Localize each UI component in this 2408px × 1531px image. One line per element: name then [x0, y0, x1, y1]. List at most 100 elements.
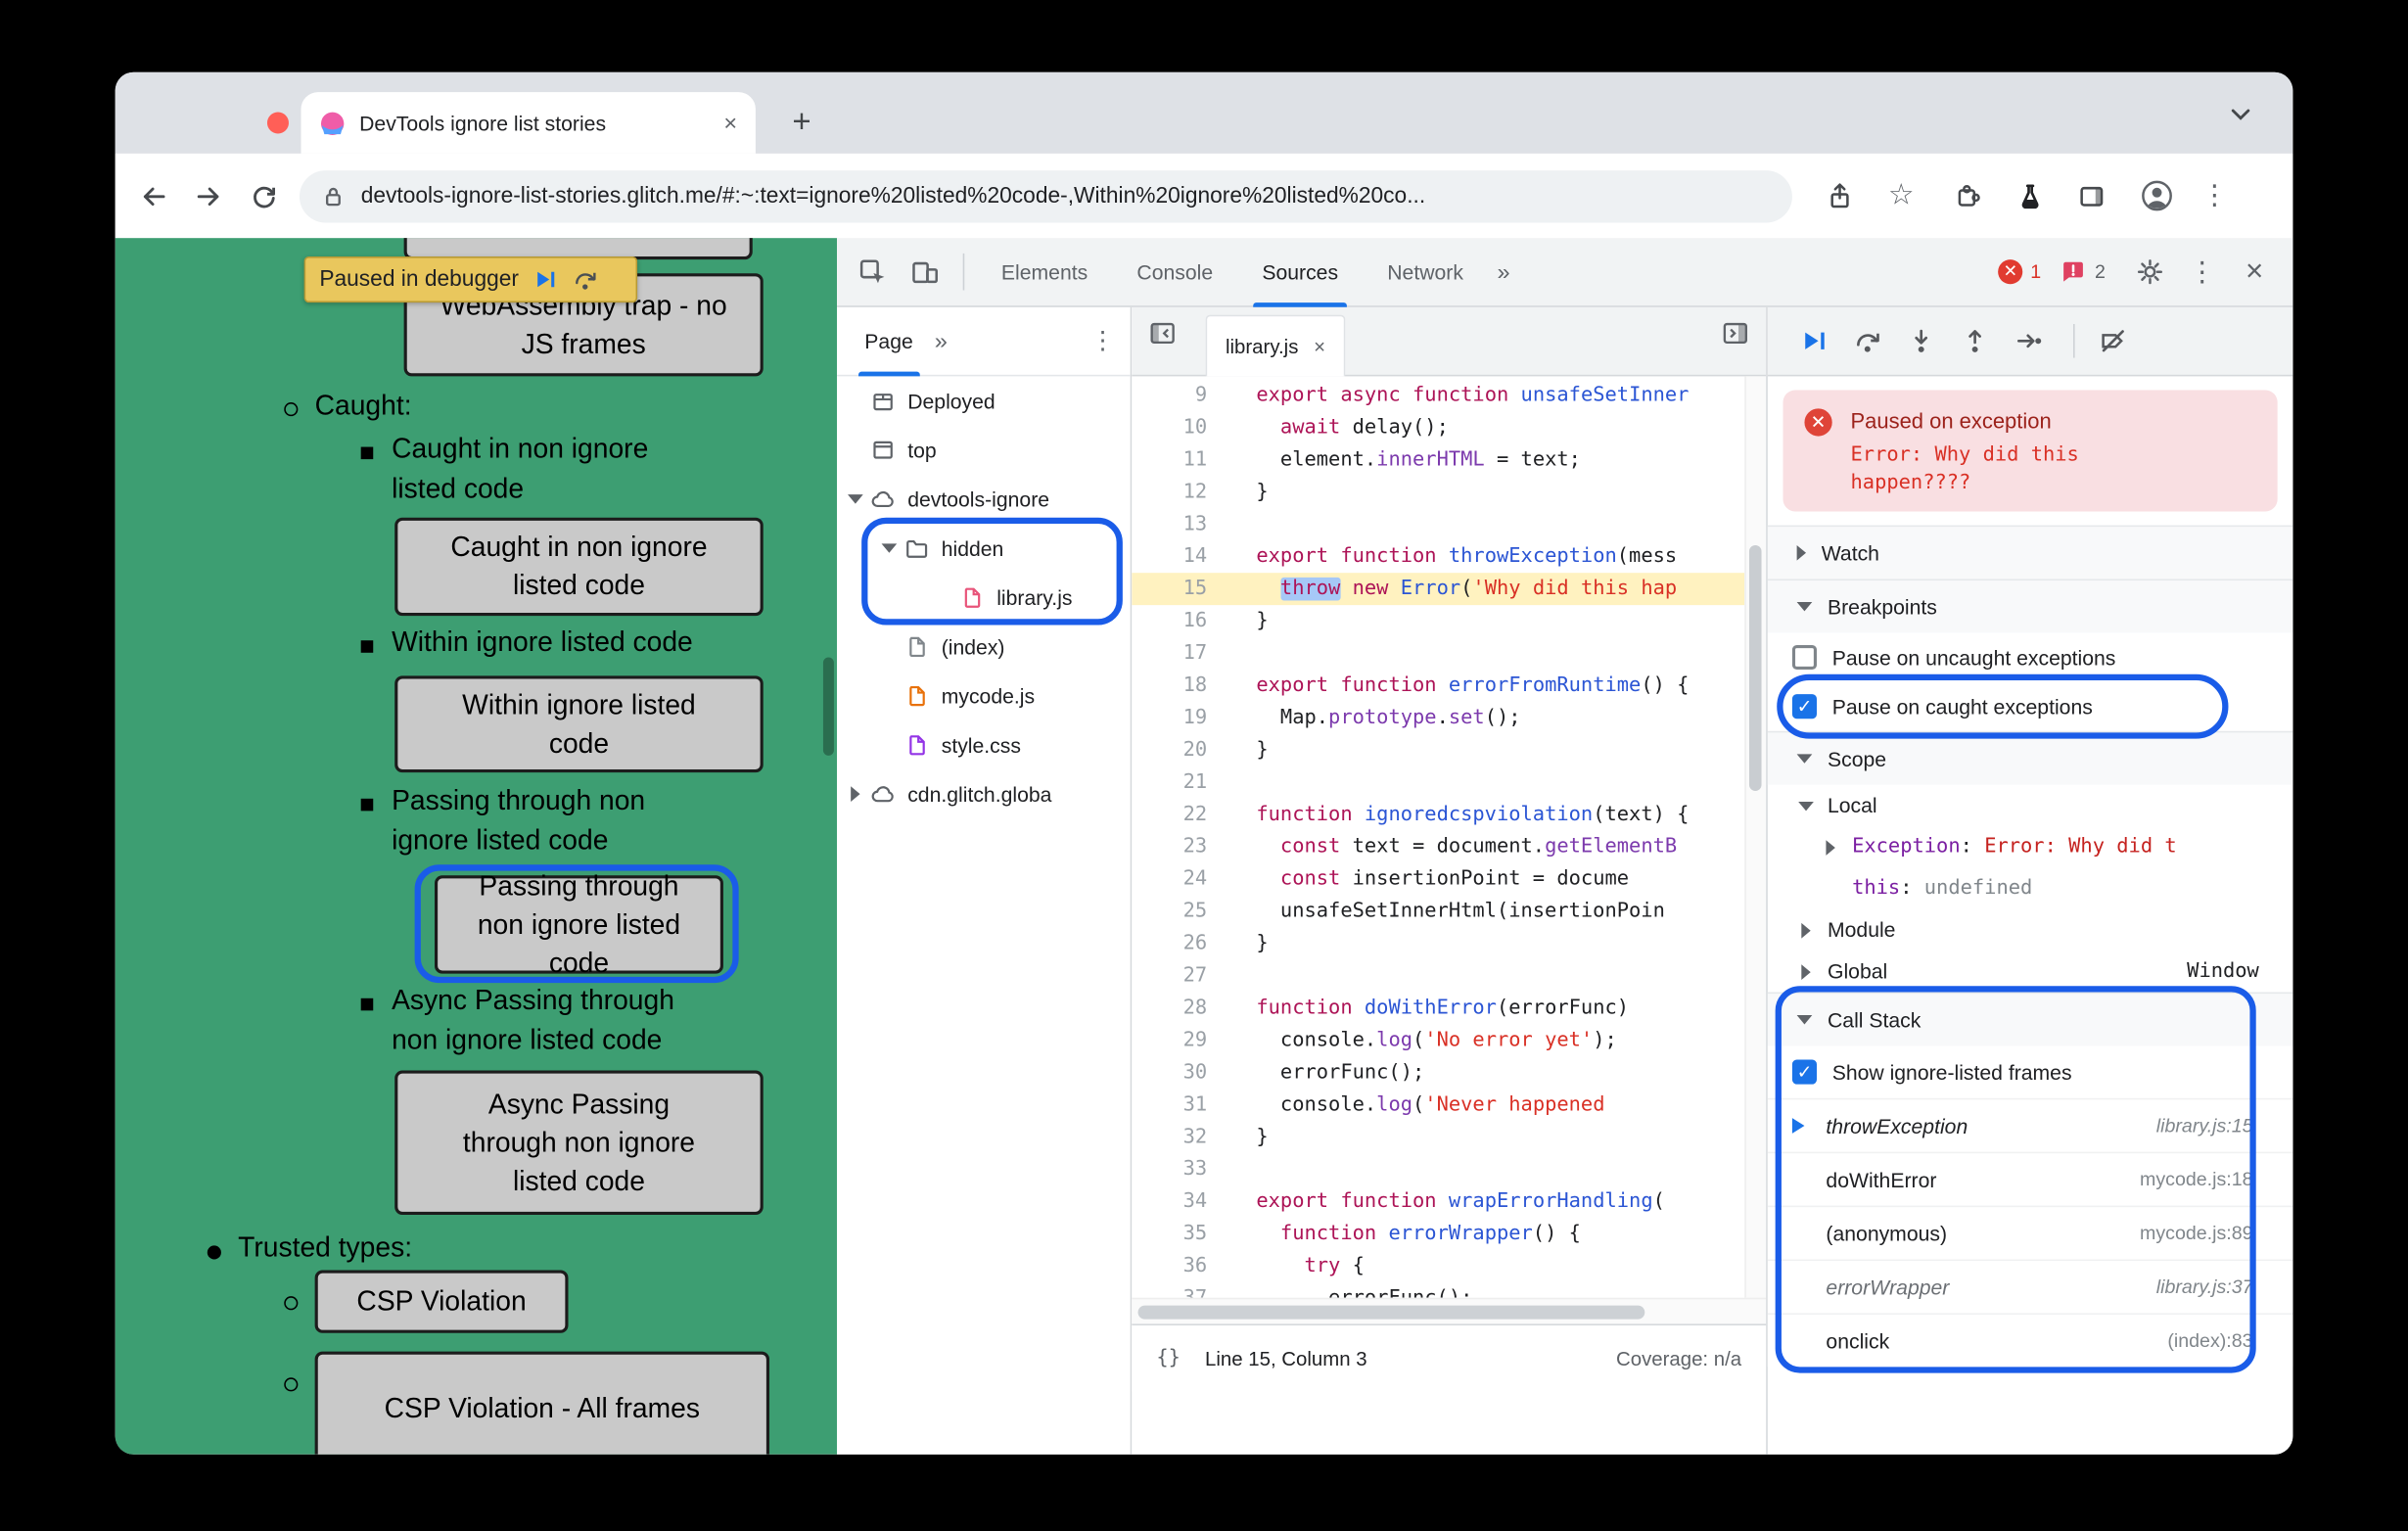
callstack-frame-errorwrapper[interactable]: errorWrapper library.js:37 — [1767, 1259, 2293, 1314]
line-number[interactable]: 9 — [1132, 380, 1226, 412]
collapse-navigator-icon[interactable] — [1147, 318, 1178, 348]
code-line-9[interactable]: 9 export async function unsafeSetInner — [1132, 380, 1744, 412]
line-number[interactable]: 21 — [1132, 766, 1226, 799]
line-number[interactable]: 15 — [1132, 573, 1226, 605]
code-line-10[interactable]: 10 await delay(); — [1132, 411, 1744, 443]
profile-avatar[interactable] — [2133, 173, 2179, 219]
line-number[interactable]: 33 — [1132, 1153, 1226, 1185]
show-ignore-listed-row[interactable]: ✓ Show ignore-listed frames — [1767, 1045, 2293, 1098]
code-line-24[interactable]: 24 const insertionPoint = docume — [1132, 863, 1744, 896]
toggle-right-sidebar-icon[interactable] — [1720, 318, 1750, 348]
tree-item-top[interactable]: top — [837, 426, 1131, 475]
pause-caught-row[interactable]: ✓ Pause on caught exceptions — [1767, 681, 2293, 731]
code-line-31[interactable]: 31 console.log('Never happened — [1132, 1089, 1744, 1121]
window-close-button[interactable] — [266, 112, 289, 134]
line-number[interactable]: 29 — [1132, 1024, 1226, 1056]
browser-tab[interactable]: DevTools ignore list stories × — [301, 92, 756, 154]
watch-section-header[interactable]: Watch — [1767, 525, 2293, 580]
code-line-25[interactable]: 25 unsafeSetInnerHtml(insertionPoin — [1132, 896, 1744, 928]
chevron-right-icon[interactable] — [851, 786, 860, 802]
call-stack-section-header[interactable]: Call Stack — [1767, 992, 2293, 1046]
tree-item-hidden[interactable]: hidden — [837, 524, 1131, 573]
scope-row[interactable]: Exception: Error: Why did t — [1768, 826, 2293, 867]
tree-item-devtools-ignore[interactable]: devtools-ignore — [837, 475, 1131, 524]
tree-item-cdn-glitch-globa[interactable]: cdn.glitch.globa — [837, 769, 1131, 818]
code-line-16[interactable]: 16} — [1132, 605, 1744, 637]
issues-count[interactable]: 2 — [2095, 261, 2106, 283]
code-line-12[interactable]: 12} — [1132, 476, 1744, 508]
code-line-15[interactable]: 15 throw new Error('Why did this hap — [1132, 573, 1745, 606]
code-line-32[interactable]: 32} — [1132, 1121, 1744, 1153]
line-number[interactable]: 31 — [1132, 1089, 1226, 1121]
tree-item-deployed[interactable]: Deployed — [837, 376, 1131, 425]
passing-through-button[interactable]: Passing through non ignore listed code — [434, 870, 723, 978]
settings-gear-icon[interactable] — [2124, 246, 2176, 298]
tab-search-chevron-icon[interactable] — [2225, 98, 2255, 128]
line-number[interactable]: 25 — [1132, 896, 1226, 928]
show-ignore-listed-checkbox[interactable]: ✓ — [1791, 1059, 1818, 1085]
line-number[interactable]: 23 — [1132, 831, 1226, 863]
line-number[interactable]: 19 — [1132, 702, 1226, 734]
line-number[interactable]: 20 — [1132, 734, 1226, 766]
line-number[interactable]: 18 — [1132, 670, 1226, 702]
scope-row-local[interactable]: Local — [1768, 785, 2293, 826]
navigator-menu-dots-icon[interactable]: ⋮ — [1090, 326, 1115, 356]
code-line-17[interactable]: 17 — [1132, 637, 1744, 670]
address-bar[interactable]: devtools-ignore-list-stories.glitch.me/#… — [299, 169, 1792, 222]
chevron-down-icon[interactable] — [848, 494, 863, 504]
line-number[interactable]: 11 — [1132, 443, 1226, 476]
tab-close-icon[interactable]: × — [723, 110, 737, 136]
new-tab-button[interactable]: + — [782, 103, 822, 143]
code-line-21[interactable]: 21 — [1132, 766, 1744, 799]
callstack-frame--anonymous-[interactable]: (anonymous) mycode.js:89 — [1767, 1205, 2293, 1260]
line-number[interactable]: 16 — [1132, 605, 1226, 637]
code-line-33[interactable]: 33 — [1132, 1153, 1744, 1185]
line-number[interactable]: 17 — [1132, 637, 1226, 670]
scope-row[interactable]: this: undefined — [1768, 867, 2293, 908]
tree-item-style-css[interactable]: style.css — [837, 720, 1131, 769]
code-line-37[interactable]: 37 errorFunc(); — [1132, 1282, 1744, 1298]
tree-item-library-js[interactable]: library.js — [837, 573, 1131, 622]
editor-tab-library-js[interactable]: library.js × — [1205, 314, 1346, 377]
callstack-frame-dowitherror[interactable]: doWithError mycode.js:18 — [1767, 1151, 2293, 1206]
code-line-27[interactable]: 27 — [1132, 960, 1744, 993]
line-number[interactable]: 28 — [1132, 993, 1226, 1025]
devtools-tab-elements[interactable]: Elements — [977, 237, 1113, 306]
chevron-down-icon[interactable] — [881, 543, 898, 553]
step-into-icon[interactable] — [1906, 326, 1936, 356]
error-count[interactable]: 1 — [2030, 261, 2041, 283]
side-panel-icon[interactable] — [2068, 173, 2114, 219]
code-line-29[interactable]: 29 console.log('No error yet'); — [1132, 1024, 1744, 1056]
extensions-puzzle-icon[interactable] — [1946, 173, 1992, 219]
csp-violation-all-frames-button[interactable]: CSP Violation - All frames — [314, 1351, 770, 1455]
coverage-status[interactable]: Coverage: n/a — [1616, 1347, 1741, 1370]
code-line-28[interactable]: 28 function doWithError(errorFunc) — [1132, 993, 1744, 1025]
flask-extension-icon[interactable] — [2008, 173, 2054, 219]
line-number[interactable]: 14 — [1132, 540, 1226, 573]
code-line-22[interactable]: 22 function ignoredcspviolation(text) { — [1132, 799, 1744, 831]
line-number[interactable]: 26 — [1132, 928, 1226, 960]
resume-script-icon[interactable] — [1798, 326, 1829, 356]
share-icon[interactable] — [1817, 173, 1863, 219]
code-line-18[interactable]: 18 export function errorFromRuntime() { — [1132, 670, 1744, 702]
pause-uncaught-checkbox[interactable] — [1791, 644, 1818, 671]
line-number[interactable]: 34 — [1132, 1185, 1226, 1218]
reload-icon[interactable] — [241, 173, 287, 219]
pretty-print-icon[interactable]: {} — [1156, 1347, 1181, 1370]
within-ignore-button[interactable]: Within ignore listed code — [394, 675, 764, 773]
chevron-right-icon[interactable] — [1826, 839, 1835, 856]
inspect-element-icon[interactable] — [846, 246, 898, 298]
csp-violation-button[interactable]: CSP Violation — [314, 1270, 569, 1333]
code-editor[interactable]: 9 export async function unsafeSetInner 10 … — [1132, 376, 1745, 1298]
navigator-more-tabs-icon[interactable]: » — [935, 328, 948, 354]
devtools-tab-console[interactable]: Console — [1112, 237, 1237, 306]
chevron-right-icon[interactable] — [1801, 963, 1811, 980]
code-line-26[interactable]: 26} — [1132, 928, 1744, 960]
tree-item-mycode-js[interactable]: mycode.js — [837, 672, 1131, 720]
more-tabs-icon[interactable]: » — [1488, 258, 1519, 285]
line-number[interactable]: 32 — [1132, 1121, 1226, 1153]
code-line-13[interactable]: 13 — [1132, 508, 1744, 540]
editor-vertical-scrollbar[interactable] — [1744, 376, 1767, 1298]
scope-row-module[interactable]: Module — [1768, 909, 2293, 951]
deactivate-breakpoints-icon[interactable] — [2098, 326, 2128, 356]
